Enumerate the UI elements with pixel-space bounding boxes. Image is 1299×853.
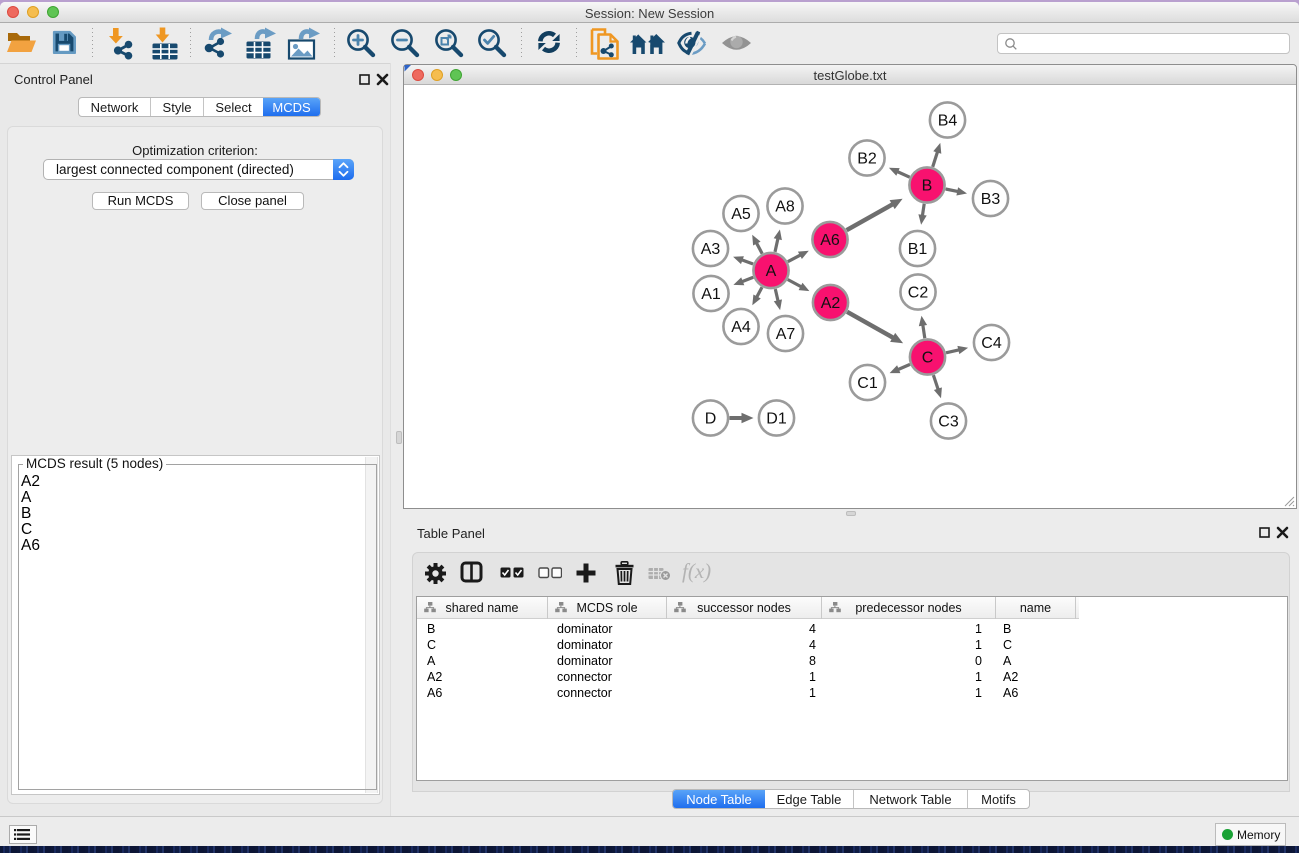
svg-text:A4: A4: [731, 319, 751, 336]
svg-text:C2: C2: [908, 285, 929, 302]
svg-text:A3: A3: [701, 241, 721, 258]
svg-text:B: B: [922, 178, 933, 195]
svg-text:B2: B2: [857, 151, 877, 168]
svg-text:D: D: [705, 411, 717, 428]
svg-text:B4: B4: [938, 113, 958, 130]
svg-text:B3: B3: [981, 191, 1001, 208]
svg-text:A8: A8: [775, 199, 795, 216]
svg-text:A5: A5: [731, 206, 751, 223]
svg-text:C3: C3: [938, 414, 959, 431]
svg-text:C: C: [922, 350, 934, 367]
svg-text:A2: A2: [821, 295, 841, 312]
svg-text:D1: D1: [766, 411, 787, 428]
svg-text:A7: A7: [776, 326, 796, 343]
svg-text:C1: C1: [857, 375, 878, 392]
svg-text:A: A: [766, 263, 777, 280]
svg-text:B1: B1: [908, 241, 928, 258]
svg-text:A6: A6: [820, 232, 840, 249]
svg-text:A1: A1: [701, 286, 721, 303]
svg-text:C4: C4: [981, 335, 1002, 352]
